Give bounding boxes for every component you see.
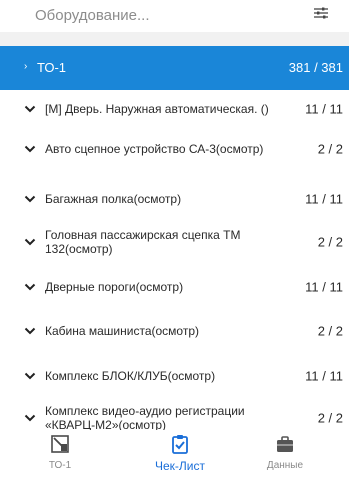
list-item-label: Комплекс видео-аудио регистрации «КВАРЦ-…: [45, 404, 245, 430]
chevron-down-icon: [24, 195, 36, 203]
checklist-list[interactable]: [М] Дверь. Наружная автоматическая. () 1…: [0, 90, 349, 430]
group-header-to1[interactable]: › ТО-1 381 / 381: [0, 46, 349, 90]
chevron-down-icon: [24, 414, 36, 422]
pen-tool-icon: [51, 435, 69, 453]
bottom-navigation: ТО-1 Чек-Лист Данные: [0, 430, 349, 479]
list-item[interactable]: Дверные пороги(осмотр) 11 / 11: [0, 268, 349, 306]
list-item-label: Головная пассажирская сцепка ТМ 132(осмо…: [45, 228, 241, 256]
list-item-count: 11 / 11: [305, 279, 343, 295]
group-title: ТО-1: [37, 60, 67, 75]
list-item-count: 11 / 11: [305, 191, 343, 207]
chevron-down-icon: [24, 105, 36, 113]
list-item-count: 2 / 2: [317, 141, 343, 157]
list-item-count: 2 / 2: [317, 234, 343, 250]
list-item[interactable]: Комплекс БЛОК/КЛУБ(осмотр) 11 / 11: [0, 357, 349, 395]
list-item-label: Комплекс БЛОК/КЛУБ(осмотр): [45, 369, 216, 383]
list-item-label: Кабина машиниста(осмотр): [45, 324, 199, 338]
chevron-down-icon: [24, 145, 36, 153]
nav-tab-to1[interactable]: ТО-1: [35, 430, 85, 479]
section-divider: [0, 32, 349, 46]
nav-tab-label: Чек-Лист: [155, 459, 205, 473]
list-item-label: [М] Дверь. Наружная автоматическая. (): [45, 102, 269, 116]
list-item-label: Дверные пороги(осмотр): [45, 280, 184, 294]
group-count: 381 / 381: [288, 60, 343, 75]
list-item-count: 11 / 11: [305, 368, 343, 384]
search-input[interactable]: [35, 2, 305, 28]
list-item-count: 11 / 11: [305, 101, 343, 117]
list-item-label: Багажная полка(осмотр): [45, 192, 182, 206]
filter-sliders-icon[interactable]: [312, 6, 330, 20]
list-item-label: Авто сцепное устройство СА-3(осмотр): [45, 142, 264, 156]
chevron-down-icon: [24, 238, 36, 246]
list-item[interactable]: Кабина машиниста(осмотр) 2 / 2: [0, 312, 349, 350]
nav-tab-data[interactable]: Данные: [260, 430, 310, 479]
nav-tab-checklist[interactable]: Чек-Лист: [145, 430, 215, 479]
nav-tab-label: ТО-1: [48, 460, 72, 471]
list-item-count: 2 / 2: [317, 323, 343, 339]
list-item[interactable]: Головная пассажирская сцепка ТМ 132(осмо…: [0, 223, 349, 261]
search-bar: [0, 0, 349, 32]
list-item[interactable]: [М] Дверь. Наружная автоматическая. () 1…: [0, 90, 349, 128]
list-item[interactable]: Багажная полка(осмотр) 11 / 11: [0, 180, 349, 218]
chevron-down-icon: [24, 372, 36, 380]
chevron-right-icon: ›: [24, 61, 28, 72]
list-item[interactable]: Авто сцепное устройство СА-3(осмотр) 2 /…: [0, 130, 349, 168]
clipboard-check-icon: [172, 435, 188, 454]
chevron-down-icon: [24, 283, 36, 291]
chevron-down-icon: [24, 327, 36, 335]
briefcase-icon: [277, 436, 293, 452]
list-item-count: 2 / 2: [317, 410, 343, 426]
nav-tab-label: Данные: [266, 460, 304, 471]
list-item[interactable]: Комплекс видео-аудио регистрации «КВАРЦ-…: [0, 399, 349, 430]
